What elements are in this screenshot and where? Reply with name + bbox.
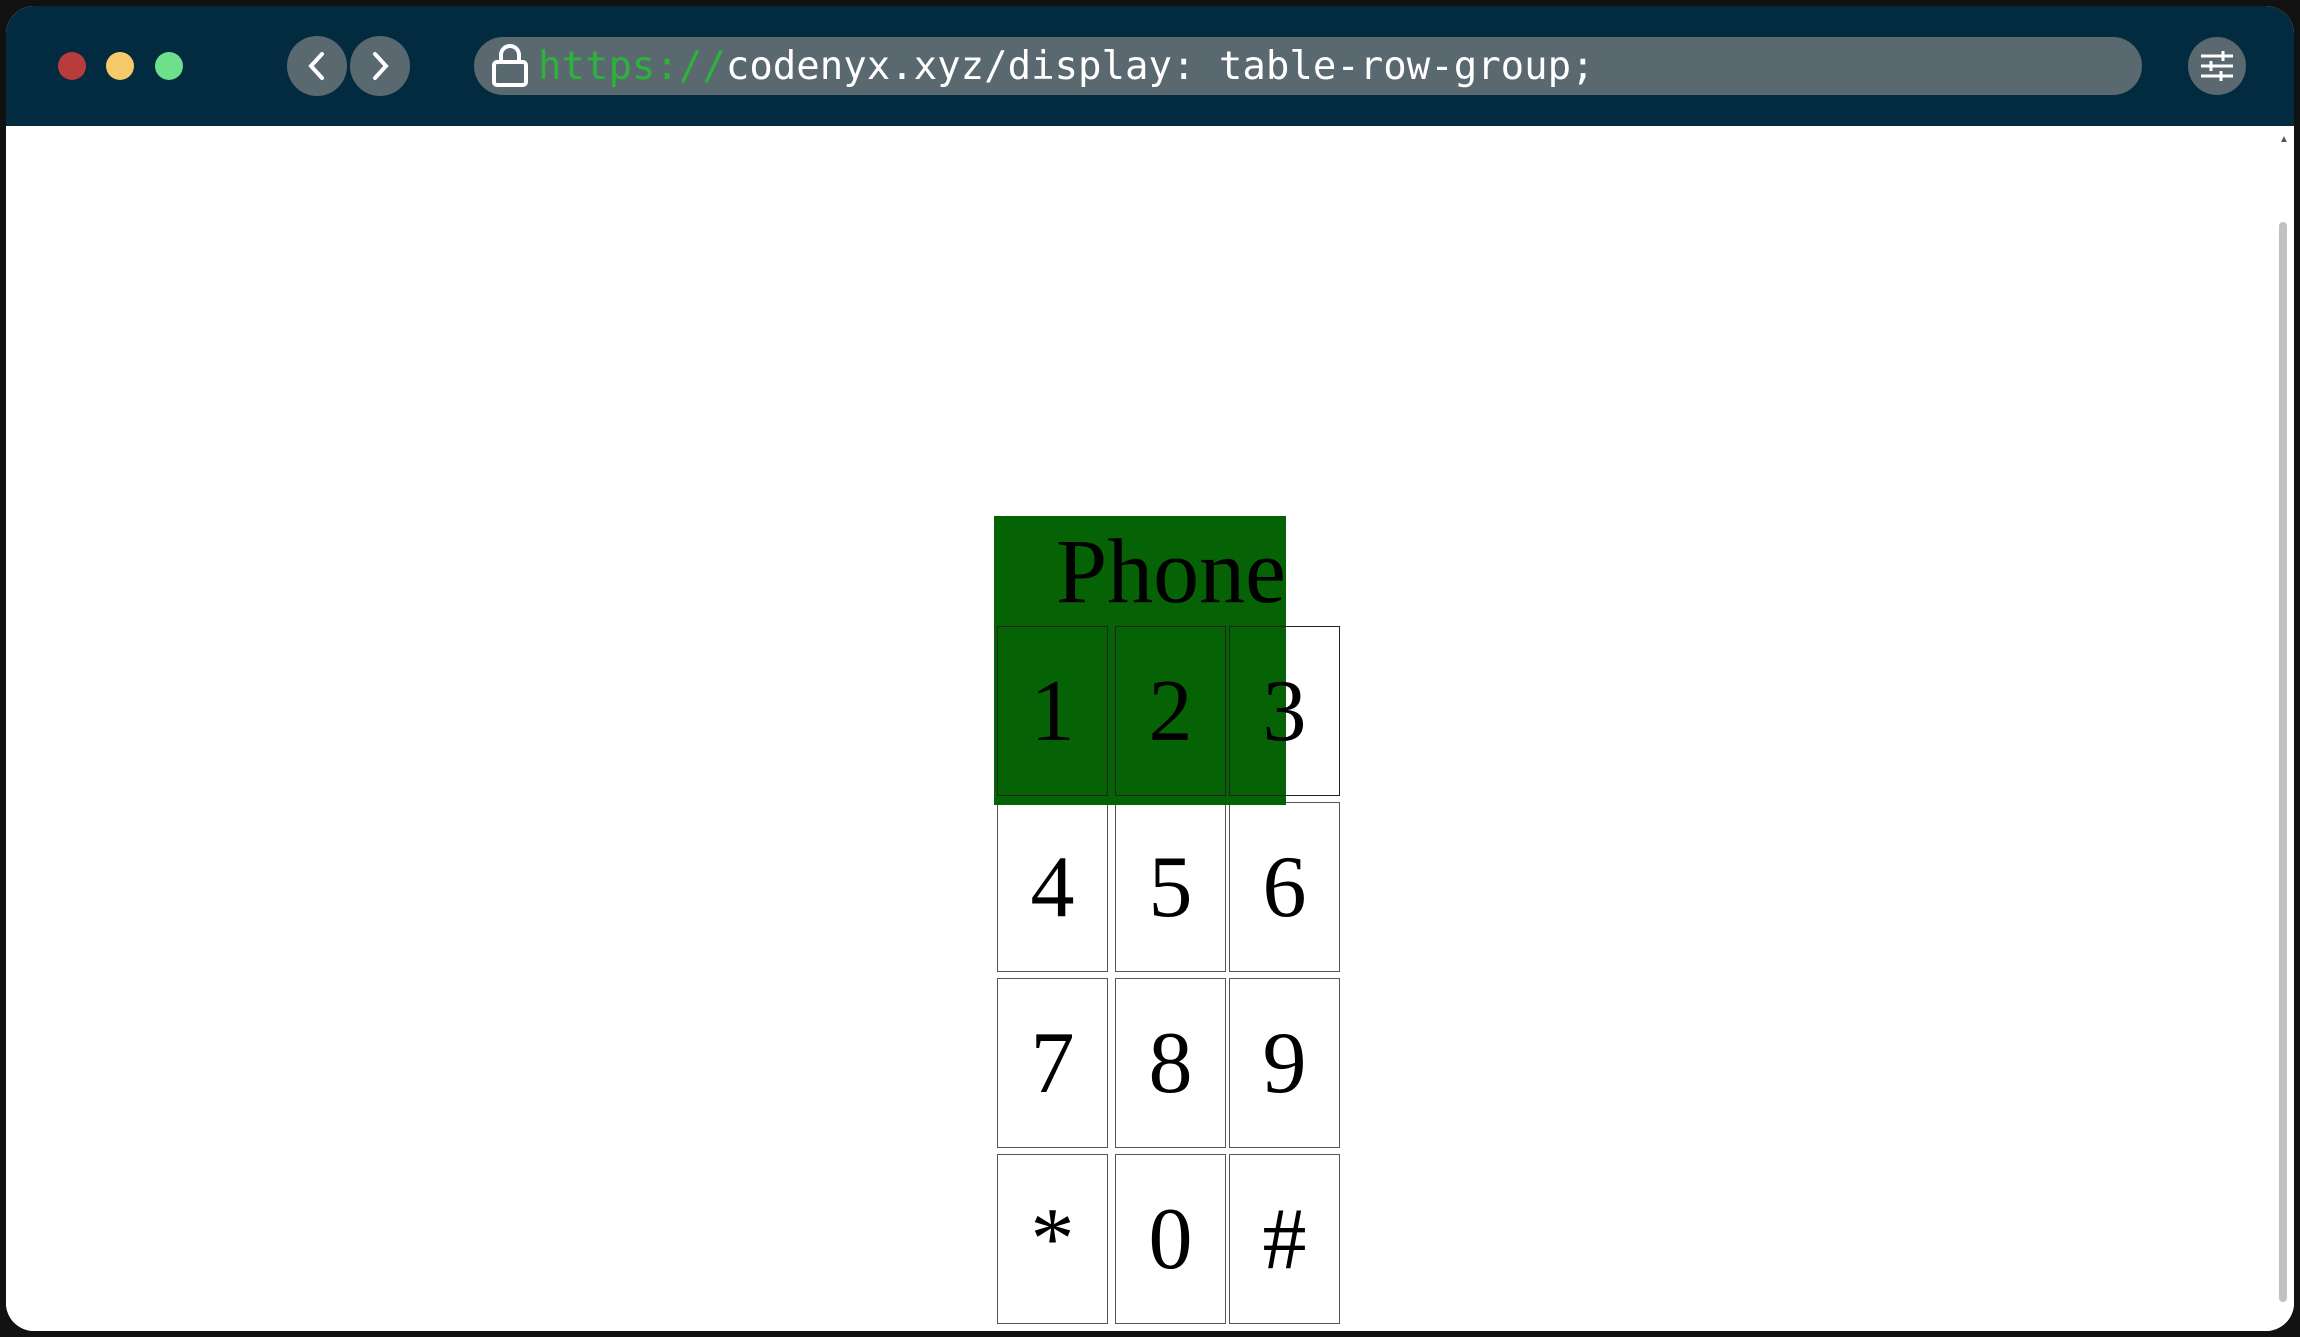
chevron-right-icon — [373, 52, 389, 80]
vertical-scrollbar[interactable]: ▲ — [2276, 132, 2290, 1317]
settings-button[interactable] — [2188, 37, 2246, 95]
key-9: 9 — [1229, 978, 1340, 1148]
browser-toolbar: https://codenyx.xyz/display: table-row-g… — [6, 6, 2294, 126]
key-hash: # — [1229, 1154, 1340, 1324]
page-content: Phone 1 2 3 4 5 6 7 8 9 * 0 # ▲ — [6, 126, 2294, 1331]
back-button[interactable] — [287, 36, 347, 96]
key-8: 8 — [1115, 978, 1226, 1148]
chevron-left-icon — [308, 52, 324, 80]
close-window-button[interactable] — [58, 52, 86, 80]
key-2: 2 — [1115, 626, 1226, 796]
key-4: 4 — [997, 802, 1108, 972]
key-7: 7 — [997, 978, 1108, 1148]
key-star: * — [997, 1154, 1108, 1324]
browser-window: https://codenyx.xyz/display: table-row-g… — [6, 6, 2294, 1331]
scroll-up-arrow-icon[interactable]: ▲ — [2279, 134, 2289, 145]
sliders-icon — [2201, 51, 2233, 81]
scrollbar-thumb[interactable] — [2279, 222, 2287, 1302]
forward-button[interactable] — [350, 36, 410, 96]
url-path: codenyx.xyz/display: table-row-group; — [725, 43, 1595, 89]
url-protocol: https:// — [538, 43, 726, 89]
url-text: https://codenyx.xyz/display: table-row-g… — [538, 44, 1595, 89]
key-6: 6 — [1229, 802, 1340, 972]
phone-caption: Phone — [1056, 520, 1286, 622]
minimize-window-button[interactable] — [106, 52, 134, 80]
maximize-window-button[interactable] — [155, 52, 183, 80]
key-5: 5 — [1115, 802, 1226, 972]
address-bar[interactable]: https://codenyx.xyz/display: table-row-g… — [474, 37, 2142, 95]
key-0: 0 — [1115, 1154, 1226, 1324]
lock-icon — [492, 44, 528, 87]
key-1: 1 — [997, 626, 1108, 796]
key-3: 3 — [1229, 626, 1340, 796]
